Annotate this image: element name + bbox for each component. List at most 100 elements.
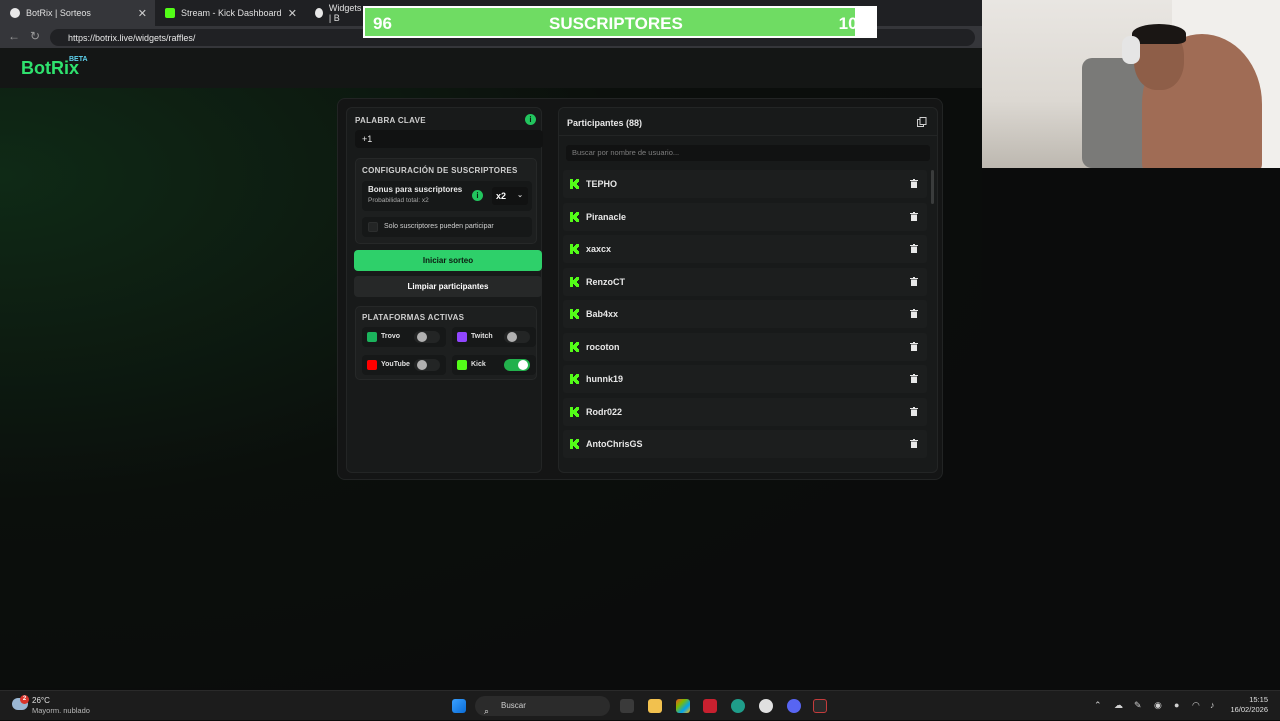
subscriber-goal-bar: 96 SUSCRIPTORES 100 <box>363 6 877 38</box>
task-view-icon[interactable] <box>620 699 634 713</box>
trash-icon[interactable] <box>910 244 918 253</box>
trash-icon[interactable] <box>910 276 918 286</box>
trovo-icon <box>367 332 377 342</box>
microphone-icon[interactable]: ● <box>1174 700 1179 710</box>
participant-name: RenzoCT <box>586 276 625 287</box>
reload-icon[interactable]: ↻ <box>30 29 40 43</box>
trash-icon[interactable] <box>910 406 918 416</box>
webcam-overlay <box>982 0 1280 168</box>
tab-widgets[interactable]: Widgets | B <box>305 0 365 26</box>
trash-icon[interactable] <box>910 341 918 351</box>
taskbar-search[interactable]: ⌕ Buscar <box>475 696 610 716</box>
trovo-toggle[interactable] <box>414 331 440 343</box>
kick-icon <box>457 360 467 370</box>
back-arrow-icon[interactable]: ← <box>8 29 20 43</box>
weather-temperature: 26°C <box>32 696 50 705</box>
subs-only-label: Solo suscriptores pueden participar <box>384 223 494 230</box>
platform-label: YouTube <box>381 361 410 368</box>
trash-icon[interactable] <box>910 439 918 448</box>
info-icon[interactable]: i <box>472 190 483 201</box>
tab-kick-dashboard[interactable]: Stream - Kick Dashboard ✕ <box>155 0 305 26</box>
botrix-favicon-icon <box>10 8 20 18</box>
trash-icon[interactable] <box>910 309 918 318</box>
streamer-hair <box>1132 24 1186 44</box>
scrollbar[interactable] <box>931 170 934 204</box>
tab-label: Stream - Kick Dashboard <box>181 8 282 18</box>
kick-icon <box>570 179 579 189</box>
kick-icon <box>570 211 579 222</box>
trash-icon[interactable] <box>910 211 918 221</box>
subscriber-config: CONFIGURACIÓN DE SUSCRIPTORES Bonus para… <box>355 158 537 244</box>
participant-search-input[interactable]: Buscar por nombre de usuario... <box>566 145 930 161</box>
subs-only-option[interactable]: Solo suscriptores pueden participar <box>362 217 532 237</box>
trash-icon[interactable] <box>910 179 918 188</box>
obs-app-icon[interactable] <box>813 699 827 713</box>
kick-icon <box>570 439 579 449</box>
copy-icon[interactable] <box>917 117 927 127</box>
chevron-up-icon[interactable]: ⌃ <box>1094 700 1102 711</box>
tab-label: BotRix | Sorteos <box>26 8 91 18</box>
taskbar-search-label: Buscar <box>501 701 526 710</box>
copilot-icon[interactable] <box>676 699 690 713</box>
weather-badge: 2 <box>20 695 29 704</box>
close-tab-icon[interactable]: ✕ <box>138 7 147 20</box>
subscriber-bonus: Bonus para suscriptores Probabilidad tot… <box>362 181 532 211</box>
chevron-down-icon: ⌄ <box>517 192 523 199</box>
start-menu-icon[interactable] <box>452 699 466 713</box>
participant-name: Bab4xx <box>586 309 619 319</box>
clock-date: 16/02/2026 <box>1230 705 1268 714</box>
active-platforms: PLATAFORMAS ACTIVAS Trovo Twitch YouTube <box>355 306 537 380</box>
participant-row: AntoChrisGS <box>563 430 927 458</box>
platforms-title: PLATAFORMAS ACTIVAS <box>362 313 465 322</box>
participants-title: Participantes (88) <box>567 118 643 128</box>
kick-toggle[interactable] <box>504 359 530 371</box>
twitch-toggle[interactable] <box>504 331 530 343</box>
participant-name: Rodr022 <box>586 406 623 417</box>
clock-time: 15:15 <box>1249 695 1268 704</box>
keyword-input[interactable]: +1 <box>355 130 543 148</box>
participant-row: TEPHO <box>563 170 927 198</box>
participant-row: Rodr022 <box>563 397 927 426</box>
participants-panel: Participantes (88) Buscar por nombre de … <box>558 107 938 473</box>
kick-icon <box>570 276 579 287</box>
platform-label: Twitch <box>471 333 493 340</box>
kick-icon <box>570 341 579 352</box>
clear-participants-button[interactable]: Limpiar participantes <box>354 276 542 297</box>
bonus-subtitle: Probabilidad total: x2 <box>368 197 429 204</box>
windows-taskbar: 2 26°C Mayorm. nublado ⌕ Buscar ⌃ ☁ ✎ ◉ … <box>0 690 1280 720</box>
network-icon[interactable]: ◉ <box>1154 700 1162 711</box>
subs-only-checkbox[interactable] <box>368 222 378 232</box>
kick-icon <box>570 309 579 319</box>
twitch-icon <box>457 332 467 342</box>
system-clock[interactable]: 15:15 16/02/2026 <box>1230 695 1268 715</box>
tab-botrix-sorteos[interactable]: BotRix | Sorteos ✕ <box>0 0 155 26</box>
wps-office-icon[interactable] <box>703 699 717 713</box>
close-tab-icon[interactable]: ✕ <box>288 7 297 20</box>
participant-row: xaxcx <box>563 235 927 263</box>
search-icon: ⌕ <box>484 706 490 716</box>
top-navigation: BotRix BETA <box>0 48 982 88</box>
trash-icon[interactable] <box>910 374 918 383</box>
participant-name: Piranacle <box>586 211 627 222</box>
wifi-icon[interactable]: ◠ <box>1192 700 1200 711</box>
youtube-toggle[interactable] <box>414 359 440 371</box>
participant-row: Piranacle <box>563 202 927 231</box>
weather-description: Mayorm. nublado <box>32 706 90 715</box>
pen-icon[interactable]: ✎ <box>1134 700 1142 711</box>
chrome-icon[interactable] <box>759 699 773 713</box>
info-icon[interactable]: i <box>525 114 536 125</box>
speaker-icon[interactable]: ♪ <box>1210 700 1215 710</box>
start-raffle-button[interactable]: Iniciar sorteo <box>354 250 542 271</box>
participant-name: hunnk19 <box>586 374 624 384</box>
platform-label: Kick <box>471 361 486 368</box>
file-explorer-icon[interactable] <box>648 699 662 713</box>
multiplier-select[interactable]: x2 ⌄ <box>492 187 528 205</box>
discord-icon[interactable] <box>787 699 801 713</box>
edge-icon[interactable] <box>731 699 745 713</box>
cloud-icon[interactable]: ☁ <box>1114 700 1123 711</box>
kick-icon <box>570 406 579 417</box>
kick-icon <box>570 244 579 254</box>
participant-name: rocoton <box>586 341 620 352</box>
participant-name: xaxcx <box>586 244 612 254</box>
raffle-panel: PALABRA CLAVE i +1 CONFIGURACIÓN DE SUSC… <box>337 98 943 480</box>
